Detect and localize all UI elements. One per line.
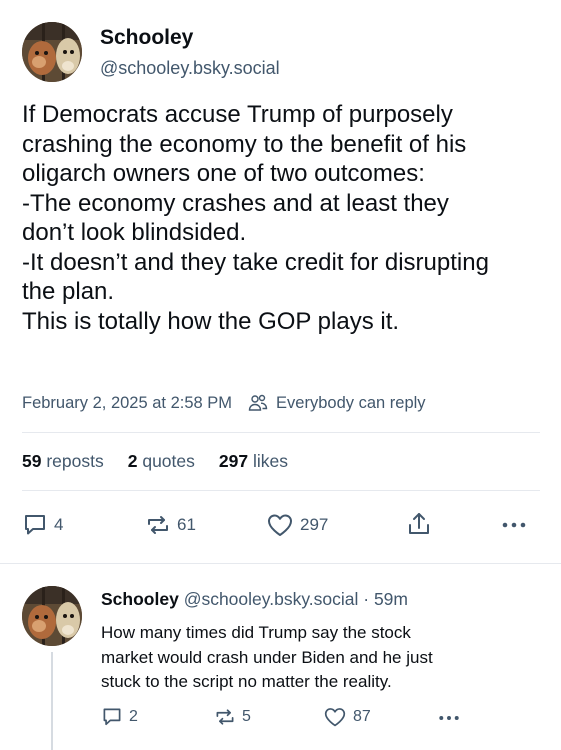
heart-icon	[324, 708, 346, 727]
reply-repost-button[interactable]: 5	[214, 706, 251, 728]
reposts-label: reposts	[46, 451, 104, 471]
post-text-line: the plan.	[22, 278, 115, 305]
more-dots-icon	[439, 716, 459, 720]
reply-more-options-button[interactable]	[437, 710, 461, 726]
quotes-stat[interactable]: 2 quotes	[128, 451, 195, 472]
post-text-line: -It doesn’t and they take credit for dis…	[22, 248, 489, 276]
speech-bubble-icon	[25, 515, 45, 535]
divider	[22, 432, 540, 433]
repost-arrows-icon	[216, 709, 234, 725]
reposts-stat[interactable]: 59 reposts	[22, 451, 104, 472]
reply-reply-count: 2	[129, 708, 138, 725]
likes-stat[interactable]: 297 likes	[219, 451, 288, 472]
post-timestamp[interactable]: February 2, 2025 at 2:58 PM	[22, 394, 232, 413]
post-text: If Democrats accuse Trump of purposely c…	[22, 100, 547, 336]
post-text-line: -The economy crashes and at least they	[22, 189, 449, 217]
post-text-line: If Democrats accuse Trump of purposely	[22, 101, 453, 128]
likes-label: likes	[252, 451, 288, 471]
reply-reply-button[interactable]: 2	[101, 706, 138, 728]
post-text-line: don’t look blindsided.	[22, 219, 247, 246]
reply-like-button[interactable]: 87	[323, 706, 371, 728]
reposts-count: 59	[22, 451, 42, 471]
reply-text-line: stuck to the script no matter the realit…	[101, 672, 392, 691]
speech-bubble-icon	[103, 708, 121, 726]
reply-count: 4	[54, 515, 64, 534]
quotes-count: 2	[127, 451, 138, 471]
repost-count: 61	[177, 515, 196, 534]
like-count: 297	[300, 515, 329, 534]
heart-icon	[268, 514, 292, 536]
reply-text: How many times did Trump say the stock m…	[101, 621, 541, 695]
post-meta: February 2, 2025 at 2:58 PM Everybody ca…	[22, 393, 426, 413]
share-upload-icon	[409, 513, 429, 534]
quotes-label: quotes	[142, 451, 195, 471]
reply-button[interactable]: 4	[22, 512, 63, 538]
avatar-image	[22, 586, 82, 646]
divider	[0, 563, 561, 564]
share-button[interactable]	[405, 510, 433, 538]
repost-button[interactable]: 61	[145, 512, 196, 538]
repost-arrows-icon	[148, 516, 168, 534]
post-stats: 59 reposts 2 quotes 297 likes	[22, 451, 312, 472]
post-text-line: crashing the economy to the benefit of h…	[22, 130, 467, 158]
like-button[interactable]: 297	[266, 512, 328, 538]
divider	[22, 490, 540, 491]
author-avatar[interactable]	[22, 22, 82, 82]
author-display-name[interactable]: Schooley	[100, 26, 193, 50]
reply-header: Schooley @schooley.bsky.social · 59m	[101, 589, 408, 610]
reply-like-count: 87	[353, 708, 371, 725]
reply-repost-count: 5	[242, 708, 251, 725]
reply-setting: Everybody can reply	[276, 393, 426, 412]
likes-count: 297	[218, 451, 249, 471]
people-icon	[248, 393, 268, 413]
more-options-button[interactable]	[500, 516, 528, 534]
reply-display-name[interactable]: Schooley	[101, 589, 179, 609]
post-text-line: This is totally how the GOP plays it.	[22, 307, 400, 335]
reply-time[interactable]: 59m	[374, 589, 408, 609]
post-text-line: oligarch owners one of two outcomes:	[22, 160, 425, 187]
more-dots-icon	[502, 522, 526, 528]
reply-text-line: market would crash under Biden and he ju…	[101, 647, 433, 667]
reply-author-avatar[interactable]	[22, 586, 82, 646]
avatar-image	[22, 22, 82, 82]
reply-separator: ·	[363, 589, 370, 609]
author-handle[interactable]: @schooley.bsky.social	[100, 58, 280, 79]
thread-line	[51, 652, 53, 750]
reply-text-line: How many times did Trump say the stock	[101, 623, 411, 642]
reply-handle[interactable]: @schooley.bsky.social	[184, 589, 359, 609]
